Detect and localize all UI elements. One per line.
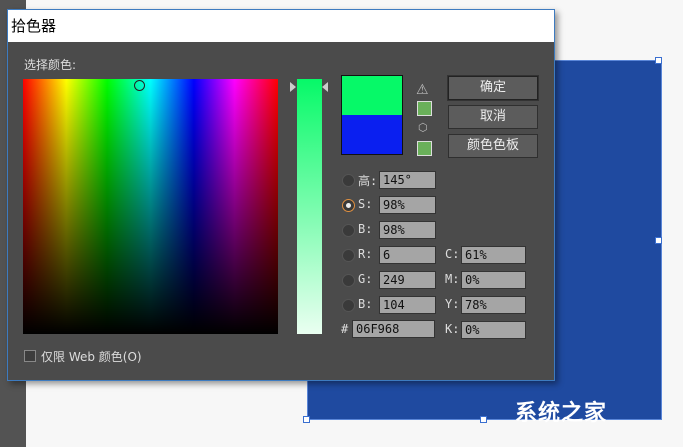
swatches-button[interactable]: 颜色色板 <box>448 134 538 158</box>
dialog-title: 拾色器 <box>8 10 554 42</box>
field-label: 高: <box>358 174 378 188</box>
cmyk-input[interactable]: 78% <box>461 296 526 314</box>
cmyk-label: K: <box>445 322 460 336</box>
cmyk-input[interactable]: 0% <box>461 271 526 289</box>
color-picker-circle[interactable] <box>134 80 145 91</box>
field-label: G: <box>358 272 373 286</box>
saturation-slider[interactable] <box>297 79 322 334</box>
in-gamut-swatch[interactable] <box>417 101 432 116</box>
field-label: R: <box>358 247 373 261</box>
resize-handle[interactable] <box>655 57 662 64</box>
radio-3[interactable] <box>342 249 355 262</box>
cmyk-input[interactable]: 0% <box>461 321 526 339</box>
field-label: B: <box>358 297 373 311</box>
slider-arrow-right-icon[interactable] <box>322 82 328 92</box>
field-input[interactable]: 6 <box>379 246 436 264</box>
radio-1[interactable] <box>342 199 355 212</box>
field-label: S: <box>358 197 373 211</box>
color-picker-dialog: 拾色器 选择颜色: ⚠ ⬡ 确定 取消 颜色色板 高: 145° S: 98% … <box>7 9 555 381</box>
radio-5[interactable] <box>342 299 355 312</box>
hex-label: # <box>341 322 349 336</box>
new-color-swatch <box>342 76 402 115</box>
resize-handle[interactable] <box>655 237 662 244</box>
cmyk-input[interactable]: 61% <box>461 246 526 264</box>
cancel-button[interactable]: 取消 <box>448 105 538 129</box>
resize-handle[interactable] <box>480 416 487 423</box>
web-only-label: 仅限 Web 颜色(O) <box>41 350 142 364</box>
field-input[interactable]: 249 <box>379 271 436 289</box>
field-input[interactable]: 145° <box>379 171 436 189</box>
ok-button[interactable]: 确定 <box>448 76 538 100</box>
cmyk-label: Y: <box>445 297 460 311</box>
radio-2[interactable] <box>342 224 355 237</box>
field-input[interactable]: 104 <box>379 296 436 314</box>
web-safe-cube-icon[interactable]: ⬡ <box>418 121 428 134</box>
cmyk-label: M: <box>445 272 460 286</box>
cmyk-label: C: <box>445 247 460 261</box>
resize-handle[interactable] <box>303 416 310 423</box>
hex-input[interactable]: 06F968 <box>352 320 435 338</box>
field-input[interactable]: 98% <box>379 196 436 214</box>
gamut-warning-icon[interactable]: ⚠ <box>416 82 429 98</box>
radio-4[interactable] <box>342 274 355 287</box>
watermark: 系统之家 <box>515 401 608 426</box>
select-color-label: 选择颜色: <box>24 58 77 72</box>
radio-0[interactable] <box>342 174 355 187</box>
color-preview <box>341 75 403 155</box>
web-safe-swatch[interactable] <box>417 141 432 156</box>
old-color-swatch[interactable] <box>342 115 402 154</box>
slider-arrow-left-icon[interactable] <box>290 82 296 92</box>
web-only-checkbox[interactable] <box>24 350 36 362</box>
color-field[interactable] <box>23 79 278 334</box>
field-label: B: <box>358 222 373 236</box>
field-input[interactable]: 98% <box>379 221 436 239</box>
